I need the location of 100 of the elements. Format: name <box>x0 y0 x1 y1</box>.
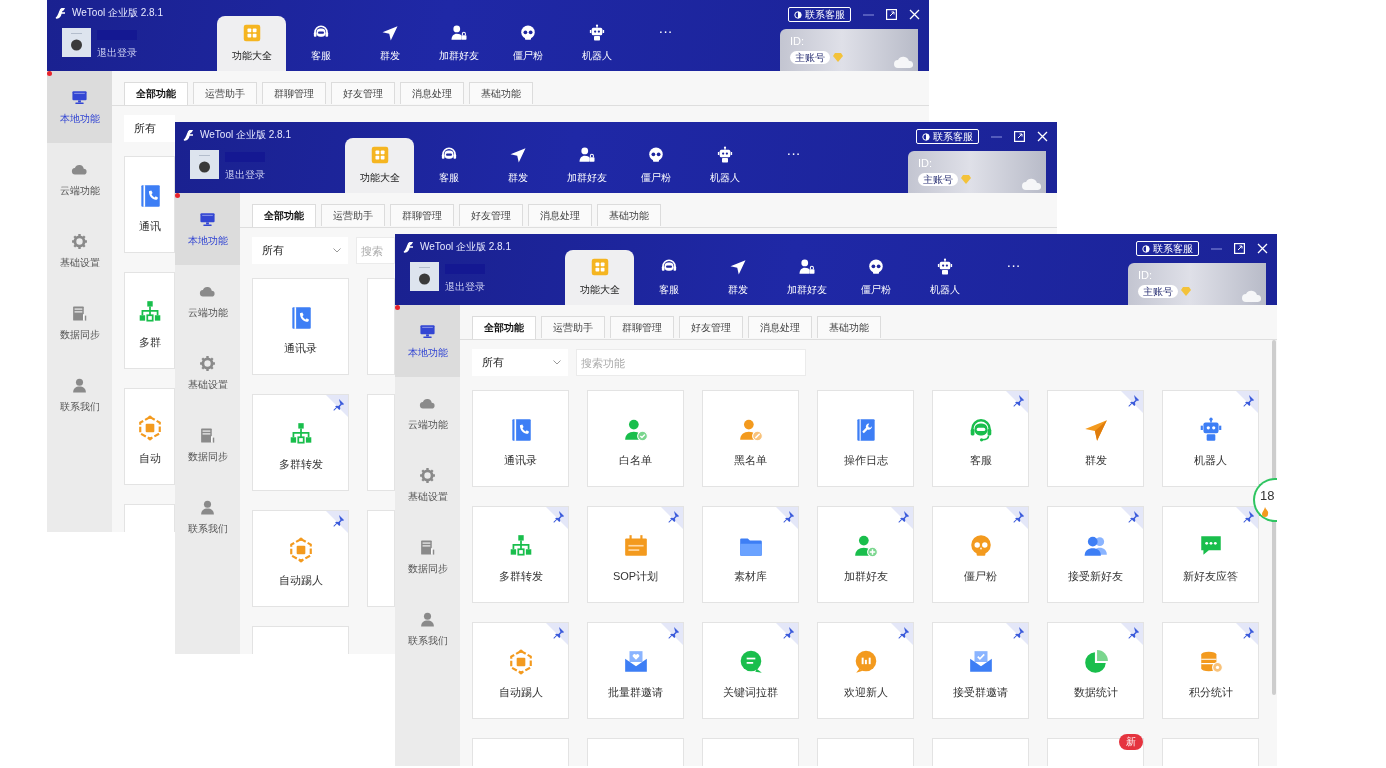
pin-icon[interactable] <box>1236 391 1258 413</box>
pin-icon[interactable] <box>326 511 348 533</box>
search-field[interactable]: 搜索功能 <box>576 349 806 376</box>
feature-card[interactable]: 多群转发 <box>472 506 569 603</box>
feature-card[interactable]: 自动踢人 <box>252 510 349 607</box>
nav-tab[interactable]: 机器人 <box>910 250 979 305</box>
feature-card[interactable]: 僵尸粉 <box>932 506 1029 603</box>
feature-card[interactable]: 多群 <box>124 272 175 369</box>
maximize-icon[interactable] <box>886 9 897 20</box>
sidebar-item[interactable]: 本地功能 <box>175 193 240 265</box>
pin-icon[interactable] <box>1006 391 1028 413</box>
sidebar-item[interactable]: 本地功能 <box>47 71 112 143</box>
pin-icon[interactable] <box>326 395 348 417</box>
feature-card[interactable]: 新好友应答 <box>1162 506 1259 603</box>
contact-button[interactable]: 联系客服 <box>916 129 979 144</box>
category-tab[interactable]: 全部功能 <box>472 316 536 339</box>
logout-link[interactable]: 退出登录 <box>97 46 137 60</box>
sidebar-item[interactable]: 数据同步 <box>47 287 112 359</box>
category-tab[interactable]: 消息处理 <box>400 82 464 104</box>
close-icon[interactable] <box>1257 243 1268 254</box>
feature-card[interactable]: 客服 <box>932 390 1029 487</box>
sidebar-item[interactable]: 基础设置 <box>395 449 460 521</box>
maximize-icon[interactable] <box>1014 131 1025 142</box>
feature-card[interactable]: 白名单 <box>587 390 684 487</box>
feature-card[interactable]: 数据统计 <box>1047 622 1144 719</box>
feature-card[interactable]: 自动 <box>124 388 175 485</box>
contact-button[interactable]: 联系客服 <box>788 7 851 22</box>
nav-tab[interactable]: 功能大全 <box>217 16 286 71</box>
sidebar-item[interactable]: 联系我们 <box>395 593 460 665</box>
category-tab[interactable]: 全部功能 <box>252 204 316 227</box>
nav-tab[interactable]: ··· <box>979 250 1048 305</box>
pin-icon[interactable] <box>661 623 683 645</box>
sidebar-item[interactable]: 基础设置 <box>47 215 112 287</box>
pin-icon[interactable] <box>661 507 683 529</box>
feature-card[interactable]: 通讯录 <box>252 278 349 375</box>
nav-tab[interactable]: 机器人 <box>562 16 631 71</box>
pin-icon[interactable] <box>1006 507 1028 529</box>
feature-card[interactable]: 群发 <box>1047 390 1144 487</box>
sidebar-item[interactable]: 数据同步 <box>395 521 460 593</box>
sidebar-item[interactable]: 联系我们 <box>47 359 112 431</box>
feature-card[interactable]: 黑名单 <box>702 390 799 487</box>
nav-tab[interactable]: 群发 <box>483 138 552 193</box>
sidebar-item[interactable]: 本地功能 <box>395 305 460 377</box>
logout-link[interactable]: 退出登录 <box>445 280 485 294</box>
category-tab[interactable]: 群聊管理 <box>262 82 326 104</box>
nav-tab[interactable]: 机器人 <box>690 138 759 193</box>
nav-tab[interactable]: 僵尸粉 <box>841 250 910 305</box>
feature-card[interactable]: 关键词拉群 <box>702 622 799 719</box>
nav-tab[interactable]: ··· <box>631 16 700 71</box>
category-tab[interactable]: 运营助手 <box>321 204 385 226</box>
feature-card[interactable]: SOP计划 <box>587 506 684 603</box>
nav-tab[interactable]: 僵尸粉 <box>493 16 562 71</box>
filter-dropdown[interactable]: 所有 <box>252 237 348 264</box>
sidebar-item[interactable]: 云端功能 <box>47 143 112 215</box>
close-icon[interactable] <box>1037 131 1048 142</box>
category-tab[interactable]: 全部功能 <box>124 82 188 105</box>
category-tab[interactable]: 运营助手 <box>193 82 257 104</box>
feature-card[interactable]: 通讯录 <box>472 390 569 487</box>
feature-card[interactable]: 自动踢人 <box>472 622 569 719</box>
filter-dropdown[interactable]: 所有 <box>124 115 175 142</box>
feature-card[interactable]: 机器人 <box>1162 390 1259 487</box>
category-tab[interactable]: 运营助手 <box>541 316 605 338</box>
search-field[interactable]: 搜索 <box>356 237 395 264</box>
nav-tab[interactable]: 客服 <box>414 138 483 193</box>
category-tab[interactable]: 好友管理 <box>459 204 523 226</box>
sidebar-item[interactable]: 云端功能 <box>175 265 240 337</box>
feature-card[interactable]: 接受新好友 <box>1047 506 1144 603</box>
feature-card[interactable]: 批量群邀请 <box>587 622 684 719</box>
feature-card[interactable]: 接受群邀请 <box>932 622 1029 719</box>
feature-card[interactable]: 加群好友 <box>817 506 914 603</box>
logout-link[interactable]: 退出登录 <box>225 168 265 182</box>
feature-card[interactable]: 积分统计 <box>1162 622 1259 719</box>
pin-icon[interactable] <box>1236 623 1258 645</box>
pin-icon[interactable] <box>546 507 568 529</box>
feature-card[interactable]: 操作日志 <box>817 390 914 487</box>
nav-tab[interactable]: 加群好友 <box>552 138 621 193</box>
nav-tab[interactable]: ··· <box>759 138 828 193</box>
pin-icon[interactable] <box>546 623 568 645</box>
category-tab[interactable]: 好友管理 <box>679 316 743 338</box>
nav-tab[interactable]: 功能大全 <box>565 250 634 305</box>
pin-icon[interactable] <box>891 507 913 529</box>
sidebar-item[interactable]: 联系我们 <box>175 481 240 553</box>
nav-tab[interactable]: 客服 <box>286 16 355 71</box>
maximize-icon[interactable] <box>1234 243 1245 254</box>
pin-icon[interactable] <box>776 623 798 645</box>
sidebar-item[interactable]: 云端功能 <box>395 377 460 449</box>
close-icon[interactable] <box>909 9 920 20</box>
pin-icon[interactable] <box>1121 507 1143 529</box>
pin-icon[interactable] <box>1121 391 1143 413</box>
feature-card[interactable]: 欢迎新人 <box>817 622 914 719</box>
nav-tab[interactable]: 加群好友 <box>424 16 493 71</box>
pin-icon[interactable] <box>776 507 798 529</box>
category-tab[interactable]: 消息处理 <box>528 204 592 226</box>
nav-tab[interactable]: 加群好友 <box>772 250 841 305</box>
pin-icon[interactable] <box>891 623 913 645</box>
category-tab[interactable]: 基础功能 <box>597 204 661 226</box>
category-tab[interactable]: 群聊管理 <box>610 316 674 338</box>
contact-button[interactable]: 联系客服 <box>1136 241 1199 256</box>
feature-card[interactable]: 素材库 <box>702 506 799 603</box>
nav-tab[interactable]: 群发 <box>703 250 772 305</box>
